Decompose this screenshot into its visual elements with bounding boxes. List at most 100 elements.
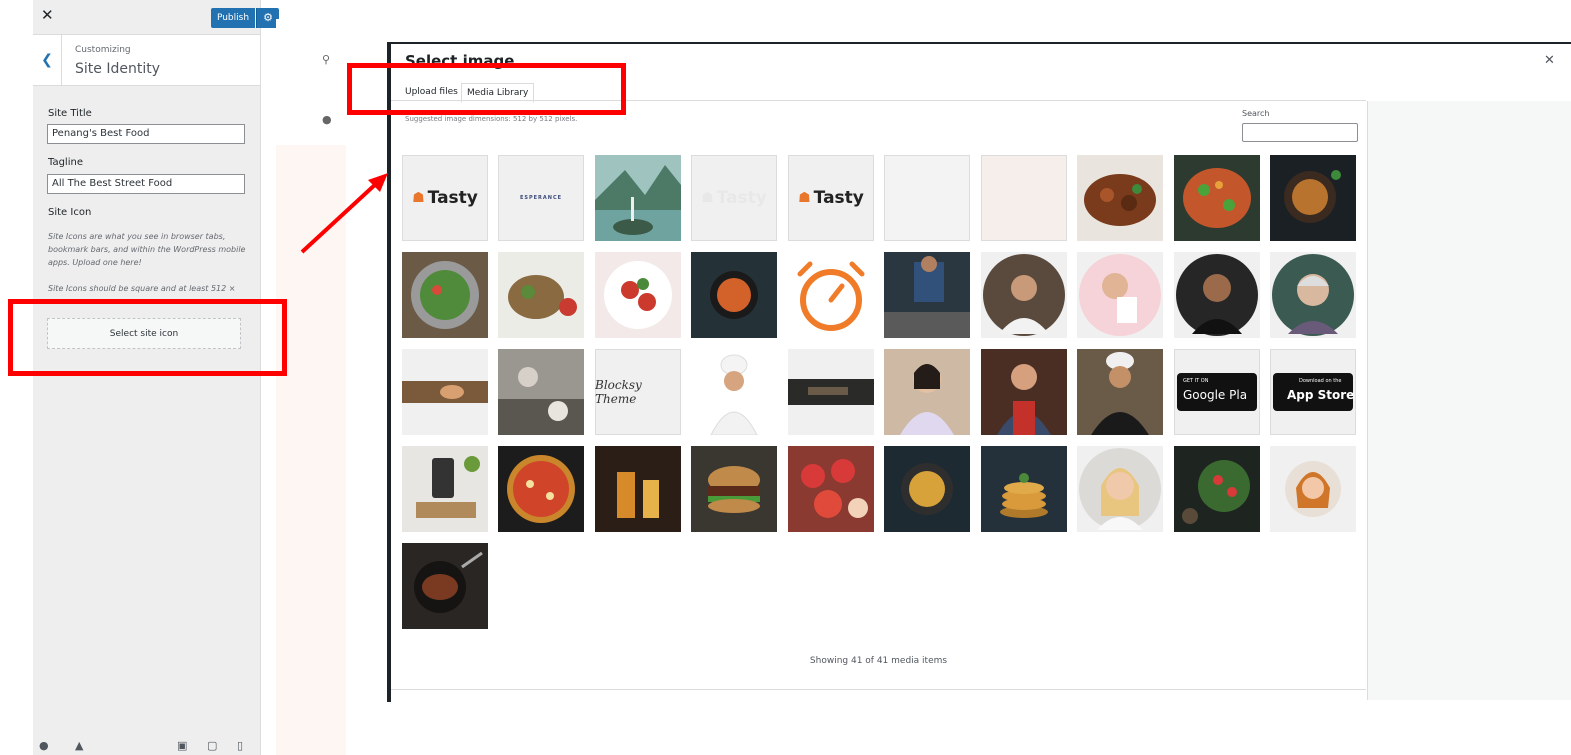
dark-salad-photo — [1174, 446, 1260, 532]
media-item[interactable] — [884, 155, 970, 241]
restaurant-kitchen-photo — [498, 349, 584, 435]
media-item[interactable] — [595, 252, 681, 338]
site-icon-label: Site Icon — [48, 207, 92, 218]
tasty-logo-text: Tasty — [427, 188, 478, 208]
portrait-man-photo — [1174, 252, 1260, 338]
media-item[interactable] — [1077, 155, 1163, 241]
portrait-elderly-woman-photo — [1270, 252, 1356, 338]
cocktail-drinks-photo — [595, 446, 681, 532]
steak-skillet-photo — [402, 543, 488, 629]
blocksy-theme-logo: Blocksy Theme — [595, 378, 642, 406]
media-item[interactable] — [498, 252, 584, 338]
media-item[interactable] — [1077, 252, 1163, 338]
media-item[interactable]: Download on the App Store — [1270, 349, 1356, 435]
burger-photo — [691, 446, 777, 532]
breadcrumb: Customizing — [75, 45, 131, 55]
media-item[interactable]: ☗ Tasty — [691, 155, 777, 241]
media-item[interactable] — [1174, 446, 1260, 532]
publish-button[interactable]: Publish — [211, 8, 255, 28]
media-item[interactable] — [1270, 155, 1356, 241]
media-item[interactable] — [691, 252, 777, 338]
app-store-caption: Download on the — [1299, 378, 1342, 384]
media-item[interactable] — [981, 349, 1067, 435]
media-item[interactable] — [595, 155, 681, 241]
media-item[interactable] — [1077, 446, 1163, 532]
pizza-greens-photo — [1174, 155, 1260, 241]
media-item[interactable] — [1077, 349, 1163, 435]
google-play-caption: GET IT ON — [1183, 378, 1209, 384]
pizza-photo — [498, 446, 584, 532]
media-item[interactable] — [1270, 252, 1356, 338]
media-item[interactable] — [884, 349, 970, 435]
yoga-lake-photo — [595, 155, 681, 241]
media-item[interactable] — [981, 252, 1067, 338]
chef-hat-icon: ☗ — [412, 190, 425, 206]
annotation-arrow — [300, 173, 388, 254]
tasty-logo: ☗ Tasty — [402, 155, 488, 241]
media-item[interactable] — [498, 446, 584, 532]
media-item[interactable] — [981, 446, 1067, 532]
pasta-bowl-photo — [884, 446, 970, 532]
search-input[interactable] — [1242, 123, 1358, 142]
stopwatch-image — [788, 252, 874, 338]
app-store-badge: Download on the App Store — [1273, 373, 1355, 411]
media-item[interactable] — [402, 349, 488, 435]
chevron-left-icon[interactable]: ❮ — [33, 35, 62, 85]
tasty-logo-white: ☗ Tasty — [691, 155, 777, 241]
portrait-redhead-photo — [1270, 446, 1356, 532]
customizer-footer: ● ▲ ▣ ▢ ▯ — [33, 736, 260, 755]
site-title-label: Site Title — [48, 108, 92, 119]
media-item[interactable] — [788, 252, 874, 338]
modal-footer-divider — [391, 689, 1366, 690]
media-item[interactable] — [981, 155, 1067, 241]
app-store-title: App Store — [1287, 388, 1355, 402]
search-icon[interactable]: ⚲ — [322, 53, 330, 66]
soup-bowl-photo — [691, 252, 777, 338]
collapse-icon[interactable]: ▲ — [75, 739, 83, 752]
media-item[interactable] — [1174, 155, 1260, 241]
google-play-badge: GET IT ON Google Pla — [1177, 373, 1257, 411]
attachment-details-panel — [1367, 101, 1571, 700]
chef-hat-icon: ☗ — [701, 190, 714, 206]
chef-ok-sign-photo — [691, 349, 777, 435]
close-icon[interactable]: ✕ — [1544, 53, 1555, 68]
close-icon[interactable]: ✕ — [41, 6, 54, 24]
media-item[interactable]: GET IT ON Google Pla — [1174, 349, 1260, 435]
toast-board-photo — [498, 252, 584, 338]
chef-hat-icon: ☗ — [798, 190, 811, 206]
phone-stand-photo — [402, 446, 488, 532]
media-item[interactable] — [884, 446, 970, 532]
media-item[interactable] — [595, 446, 681, 532]
portrait-blonde-woman-photo — [1077, 446, 1163, 532]
site-icon-size-help: Site Icons should be square and at least… — [48, 284, 236, 293]
desktop-preview-icon[interactable]: ▣ — [177, 739, 187, 752]
media-item[interactable] — [691, 446, 777, 532]
tablet-preview-icon[interactable]: ▢ — [207, 739, 217, 752]
site-title-input[interactable]: Penang's Best Food — [47, 124, 245, 144]
smiling-waitress-photo — [884, 349, 970, 435]
media-item[interactable] — [1270, 446, 1356, 532]
media-item[interactable] — [788, 349, 874, 435]
media-item[interactable] — [402, 252, 488, 338]
tagline-input[interactable]: All The Best Street Food — [47, 174, 245, 194]
media-item[interactable]: ☗ Tasty — [788, 155, 874, 241]
media-item[interactable] — [691, 349, 777, 435]
media-item[interactable]: ESPERANCE — [498, 155, 584, 241]
caprese-salad-photo — [595, 252, 681, 338]
media-item[interactable]: ☗ Tasty — [402, 155, 488, 241]
media-item[interactable] — [884, 252, 970, 338]
mobile-preview-icon[interactable]: ▯ — [237, 739, 243, 752]
media-item[interactable] — [402, 543, 488, 629]
hands-banner-photo — [402, 349, 488, 435]
media-item[interactable] — [498, 349, 584, 435]
media-item[interactable] — [1174, 252, 1260, 338]
media-item[interactable] — [402, 446, 488, 532]
help-icon[interactable]: ● — [39, 739, 49, 752]
media-modal: Select image ✕ Upload files Media Librar… — [387, 42, 1571, 702]
strawberry-tarts-photo — [788, 446, 874, 532]
tasty-logo: ☗ Tasty — [788, 155, 874, 241]
media-item[interactable] — [788, 446, 874, 532]
media-item[interactable]: Blocksy Theme — [595, 349, 681, 435]
customizer-sidebar: ✕ Publish ⚙ ❮ Customizing Site Identity … — [33, 0, 279, 755]
social-icon[interactable]: ● — [322, 113, 332, 126]
